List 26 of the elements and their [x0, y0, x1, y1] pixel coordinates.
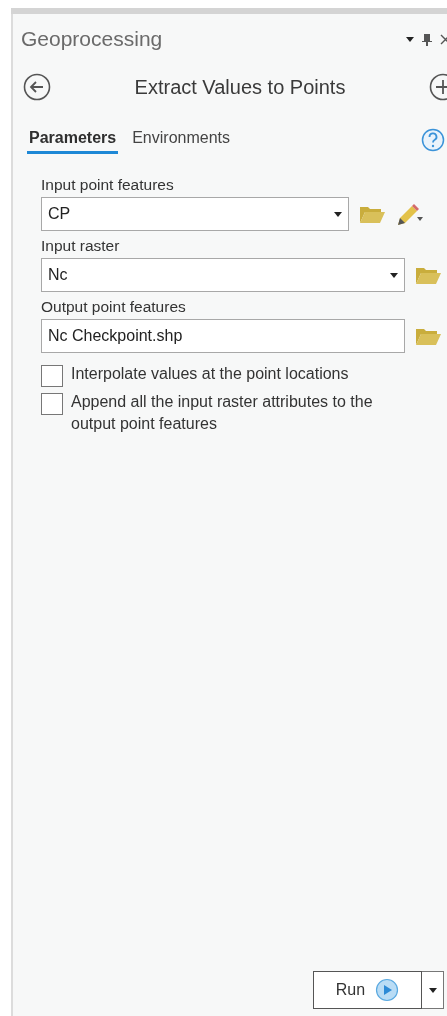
parameter-label: Input raster	[41, 237, 121, 255]
pencil-icon[interactable]	[395, 201, 423, 227]
checkbox-label: Interpolate values at the point locations	[71, 364, 349, 384]
parameter-label: Output point features	[41, 298, 187, 316]
options-caret-icon	[406, 36, 414, 42]
dropdown-field[interactable]: CP	[41, 197, 349, 231]
play-icon	[375, 978, 400, 1002]
add-icon[interactable]	[429, 73, 447, 101]
checkbox[interactable]	[41, 365, 63, 387]
parameter-label: Input point features	[41, 176, 175, 194]
tab[interactable]: Parameters	[27, 129, 119, 154]
checkbox-label: Append all the input raster attributes to the output point features	[71, 392, 374, 434]
dropdown-field[interactable]: Nc	[41, 258, 405, 292]
help-icon[interactable]	[421, 128, 445, 152]
tool-title: Extract Values to Points	[133, 75, 347, 99]
checkbox[interactable]	[41, 393, 63, 415]
input-field[interactable]: Nc Checkpoint.shp	[41, 319, 405, 353]
dropdown-caret-icon	[334, 211, 342, 217]
panel-title: Geoprocessing	[21, 27, 164, 51]
back-icon[interactable]	[23, 73, 51, 101]
pin-icon[interactable]	[422, 32, 432, 46]
run-button[interactable]: Run	[313, 971, 422, 1009]
run-options-button[interactable]	[422, 971, 444, 1009]
dropdown-caret-icon	[428, 987, 437, 993]
tab[interactable]: Environments	[130, 129, 232, 154]
dropdown-caret-icon	[390, 272, 398, 278]
